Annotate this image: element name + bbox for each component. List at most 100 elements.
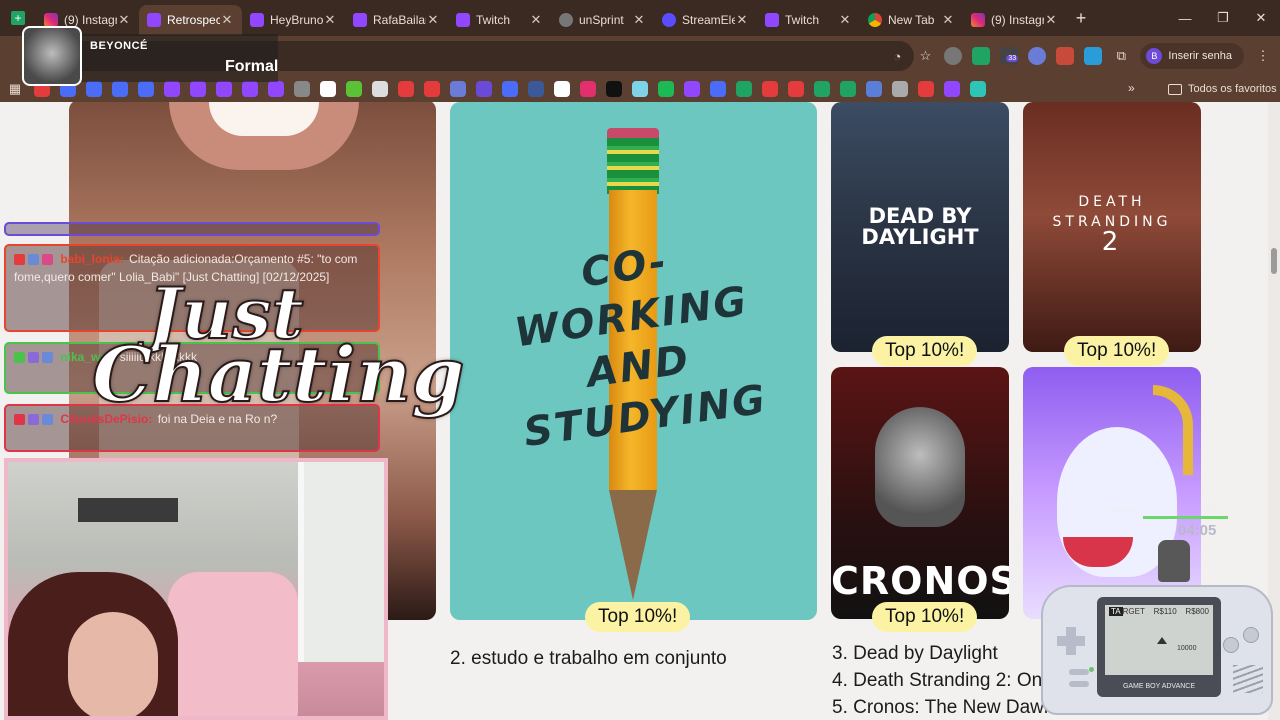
ds2-logo: DEATH STRANDING 2 xyxy=(1023,192,1201,255)
browser-tab[interactable]: Twitch ✕ xyxy=(757,5,860,35)
cronos-card[interactable]: CRONOS xyxy=(831,367,1009,619)
performance-icon[interactable]: ◔ xyxy=(888,47,906,65)
bookmark-icon[interactable] xyxy=(918,81,934,97)
gba-screen-row: TA RGET R$110 R$800 xyxy=(1105,605,1213,618)
rank-item: 3. Dead by Daylight xyxy=(832,643,998,664)
close-tab-icon[interactable]: ✕ xyxy=(323,12,337,28)
bookmark-icon[interactable] xyxy=(580,81,596,97)
bookmark-icon[interactable] xyxy=(814,81,830,97)
bookmark-icon[interactable] xyxy=(892,81,908,97)
bookmark-icon[interactable] xyxy=(372,81,388,97)
chat-badges xyxy=(14,414,53,426)
signin-button[interactable]: B Inserir senha xyxy=(1140,43,1244,69)
extension-flag-icon[interactable] xyxy=(1056,47,1075,65)
bookmark-icon[interactable] xyxy=(658,81,674,97)
bookmark-icon[interactable] xyxy=(476,81,492,97)
death-stranding-2-card[interactable]: DEATH STRANDING 2 xyxy=(1023,102,1201,352)
bookmark-icon[interactable] xyxy=(502,81,518,97)
close-tab-icon[interactable]: ✕ xyxy=(529,12,543,28)
bookmark-icon[interactable] xyxy=(632,81,648,97)
tab-title: RafaBailarina xyxy=(373,13,426,27)
bookmark-icon[interactable] xyxy=(710,81,726,97)
bookmark-icon[interactable] xyxy=(606,81,622,97)
bookmark-icon[interactable] xyxy=(450,81,466,97)
close-window-button[interactable]: ✕ xyxy=(1242,0,1280,36)
extension-alien-icon[interactable] xyxy=(1028,47,1047,65)
bookmark-icon[interactable] xyxy=(216,81,232,97)
browser-tab[interactable]: New Tab ✕ xyxy=(860,5,963,35)
bookmark-icon[interactable] xyxy=(866,81,882,97)
close-tab-icon[interactable]: ✕ xyxy=(838,12,852,28)
bookmark-icon[interactable] xyxy=(554,81,570,97)
extension-counter-icon[interactable]: 33 xyxy=(1000,47,1019,65)
ranking-list: 3. Dead by Daylight 4. Death Stranding 2… xyxy=(832,640,1054,720)
bookmark-icon[interactable] xyxy=(528,81,544,97)
bookmark-icon[interactable] xyxy=(840,81,856,97)
folder-label: Todos os favoritos xyxy=(1188,83,1277,95)
gba-triangle-icon xyxy=(1157,637,1167,644)
new-tab-button[interactable]: + xyxy=(1066,8,1096,29)
close-tab-icon[interactable]: ✕ xyxy=(426,12,440,28)
bookmark-star-icon[interactable]: ☆ xyxy=(916,47,934,65)
browser-tab[interactable]: HeyBrunoo✕ xyxy=(242,5,345,35)
browser-tab[interactable]: RafaBailarina✕ xyxy=(345,5,448,35)
timer-value: 04:05 xyxy=(1178,522,1217,539)
maximize-button[interactable]: ❐ xyxy=(1204,0,1242,36)
timer-remaining: 141:50 xyxy=(1208,506,1230,513)
bookmark-icon[interactable] xyxy=(346,81,362,97)
extension-sheets-icon[interactable] xyxy=(972,47,991,65)
extension-translate-icon[interactable] xyxy=(1084,47,1103,65)
close-tab-icon[interactable]: ✕ xyxy=(941,12,955,28)
bookmark-icon[interactable] xyxy=(164,81,180,97)
bookmark-icon[interactable] xyxy=(268,81,284,97)
bookmark-icon[interactable] xyxy=(112,81,128,97)
browser-tab[interactable]: Retrospectiva✕ xyxy=(139,5,242,35)
tab-title: unSprint xyxy=(579,13,624,27)
bookmark-icon[interactable] xyxy=(320,81,336,97)
bookmark-icon[interactable] xyxy=(736,81,752,97)
close-tab-icon[interactable]: ✕ xyxy=(117,12,131,28)
bookmark-icon[interactable] xyxy=(684,81,700,97)
close-tab-icon[interactable]: ✕ xyxy=(1044,12,1058,28)
timer-label: Break xyxy=(1113,506,1134,515)
bookmark-icon[interactable] xyxy=(294,81,310,97)
coworking-card[interactable]: CO-WORKING AND STUDYING xyxy=(450,102,817,620)
close-tab-icon[interactable]: ✕ xyxy=(632,12,646,28)
browser-window: + (9) Instagram✕ Retrospectiva✕HeyBrunoo✕… xyxy=(0,0,1280,720)
close-tab-icon[interactable]: ✕ xyxy=(735,12,749,28)
bookmark-icon[interactable] xyxy=(86,81,102,97)
bookmark-icon[interactable] xyxy=(970,81,986,97)
extensions-puzzle-icon[interactable]: ⧉ xyxy=(1112,47,1130,65)
browser-tab[interactable]: StreamElements✕ xyxy=(654,5,757,35)
browser-tab[interactable]: unSprint ✕ xyxy=(551,5,654,35)
bookmarks-overflow-button[interactable]: » xyxy=(1128,81,1135,95)
bookmark-icon[interactable] xyxy=(788,81,804,97)
rank-item: 4. Death Stranding 2: On xyxy=(832,670,1043,691)
gaming-chair-image xyxy=(168,572,298,716)
now-playing-song: Formal xyxy=(225,58,279,75)
scroll-thumb[interactable] xyxy=(1271,248,1277,274)
all-bookmarks-folder[interactable]: Todos os favoritos xyxy=(1168,76,1277,102)
minimize-button[interactable]: — xyxy=(1166,0,1204,36)
bookmark-icon[interactable] xyxy=(138,81,154,97)
pixel-cat-icon xyxy=(1158,540,1190,582)
bookmark-icon[interactable] xyxy=(424,81,440,97)
extension-gear-icon[interactable] xyxy=(944,47,963,65)
goat-horn xyxy=(1153,385,1193,475)
bookmark-icon[interactable] xyxy=(944,81,960,97)
bookmark-icon[interactable] xyxy=(398,81,414,97)
coworking-title: CO-WORKING AND STUDYING xyxy=(511,238,770,457)
gba-brand: GAME BOY ADVANCE xyxy=(1122,683,1196,690)
bookmark-icon[interactable] xyxy=(242,81,258,97)
browser-tab[interactable]: Twitch ✕ xyxy=(448,5,551,35)
close-tab-icon[interactable]: ✕ xyxy=(220,12,234,28)
browser-tab[interactable]: (9) Instagram✕ xyxy=(963,5,1066,35)
gba-select-button xyxy=(1069,681,1089,687)
dead-by-daylight-card[interactable]: DEAD BY DAYLIGHT xyxy=(831,102,1009,352)
bookmark-icon[interactable] xyxy=(762,81,778,97)
pencil-tip xyxy=(609,490,657,600)
coworking-caption: 2. estudo e trabalho em conjunto xyxy=(450,648,727,669)
instagram-icon xyxy=(44,13,58,27)
menu-kebab-icon[interactable]: ⋮ xyxy=(1254,47,1272,65)
bookmark-icon[interactable] xyxy=(190,81,206,97)
